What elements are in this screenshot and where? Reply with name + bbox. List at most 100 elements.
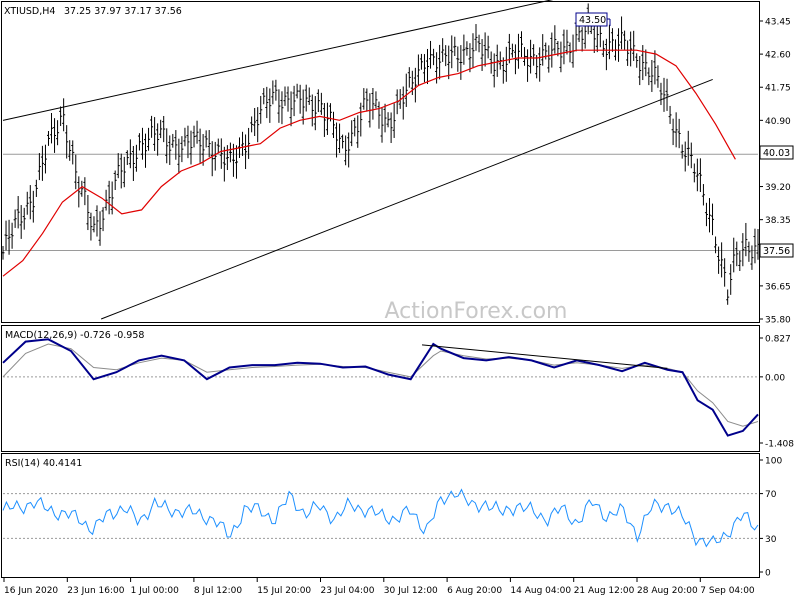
price-bar — [7, 219, 11, 255]
price-bar — [177, 138, 181, 174]
macd-panel-frame — [1, 325, 760, 452]
price-bar — [629, 31, 633, 67]
price-bar — [425, 48, 429, 85]
price-bar — [610, 28, 614, 52]
price-bar — [607, 24, 611, 60]
price-bar — [726, 289, 730, 305]
price-bar — [513, 44, 517, 75]
price-bar — [447, 45, 451, 80]
price-bar — [483, 32, 487, 67]
rsi-title: RSI(14) 40.4141 — [5, 458, 82, 469]
price-bar — [150, 115, 154, 138]
price-bar — [31, 190, 35, 223]
price-bar — [510, 43, 514, 58]
rsi-panel-tick-label: 70 — [765, 490, 777, 500]
price-bar — [171, 133, 175, 148]
price-bar — [550, 32, 554, 68]
price-bar — [432, 48, 436, 66]
price-bar — [495, 44, 499, 77]
price-bar — [289, 91, 293, 127]
price-bar — [77, 176, 81, 208]
price-bar — [617, 28, 621, 62]
price-bar — [98, 211, 102, 246]
price-bar — [750, 245, 754, 270]
price-bar — [468, 43, 472, 73]
price-bar — [386, 112, 390, 128]
price-bar — [316, 89, 320, 113]
x-tick-label: 23 Jul 04:00 — [321, 586, 375, 596]
rsi-panel-tick-label: 100 — [765, 457, 782, 467]
x-tick-label: 23 Jun 16:00 — [67, 586, 124, 596]
price-bar — [547, 45, 551, 73]
price-bar — [723, 258, 727, 287]
rsi-panel-tick-label: 0 — [765, 569, 771, 579]
price-bar — [532, 44, 536, 66]
chart-canvas: ActionForex.com 43.45 42.60 41.75 40.90 39.2… — [1, 0, 794, 596]
price-bar — [304, 84, 308, 112]
price-bar — [338, 123, 342, 154]
price-bar — [162, 115, 166, 143]
price-bar — [165, 128, 169, 164]
price-bar — [465, 41, 469, 56]
price-bar — [480, 39, 484, 71]
price-bar — [477, 34, 481, 53]
price-bar — [4, 220, 8, 251]
price-bar — [213, 141, 217, 171]
price-bar — [347, 132, 351, 168]
price-bar — [40, 145, 44, 181]
price-bar — [59, 106, 63, 127]
price-bar — [341, 134, 345, 149]
price-bar — [134, 144, 138, 172]
price-bar — [604, 38, 608, 71]
price-bar — [225, 145, 229, 171]
price-bar — [19, 205, 23, 239]
price-bar — [277, 89, 281, 123]
price-bar — [404, 73, 408, 107]
price-bar — [504, 46, 508, 82]
price-bar — [707, 198, 711, 233]
price-bar — [353, 117, 357, 137]
price-bar — [34, 179, 38, 197]
price-panel-tick-label: 42.60 — [765, 51, 791, 61]
price-bar — [25, 191, 29, 215]
price-bar — [122, 156, 126, 188]
price-bar — [668, 105, 672, 124]
price-bar — [53, 118, 57, 153]
price-bar — [665, 78, 669, 111]
price-bar — [729, 264, 733, 295]
price-bar — [683, 141, 687, 172]
price-bar — [37, 153, 41, 181]
x-tick-label: 21 Aug 12:00 — [574, 586, 635, 596]
price-bar — [16, 196, 20, 229]
price-bar — [189, 130, 193, 165]
price-bar — [541, 34, 545, 66]
price-bar — [689, 142, 693, 169]
x-tick-label: 8 Jul 12:00 — [194, 586, 243, 596]
price-bar — [662, 77, 666, 112]
price-bar — [429, 40, 433, 69]
price-bar — [116, 153, 120, 179]
price-bar — [753, 228, 757, 264]
price-bar — [86, 194, 90, 231]
price-bar — [365, 88, 369, 112]
ohlc-readout: 37.25 37.97 37.17 37.56 — [64, 6, 182, 17]
price-bar — [650, 59, 654, 92]
price-bar — [186, 125, 190, 159]
symbol-label: XTIUSD,H4 — [4, 6, 55, 17]
macd-title: MACD(12,26,9) -0.726 -0.958 — [5, 330, 144, 341]
level-label: 40.03 — [763, 148, 790, 159]
price-bar — [271, 80, 275, 105]
price-bar — [471, 33, 475, 69]
price-bar — [46, 130, 50, 146]
high-label: 43.50 — [579, 15, 606, 26]
price-bar — [392, 103, 396, 138]
price-bar — [626, 40, 630, 66]
price-bar — [22, 207, 26, 230]
price-bar — [95, 205, 99, 237]
price-bar — [113, 170, 117, 191]
price-bar — [153, 117, 157, 151]
price-bar — [62, 98, 66, 132]
x-tick-label: 28 Aug 20:00 — [637, 586, 698, 596]
price-bar — [219, 138, 223, 169]
x-tick-label: 6 Aug 20:00 — [447, 586, 502, 596]
